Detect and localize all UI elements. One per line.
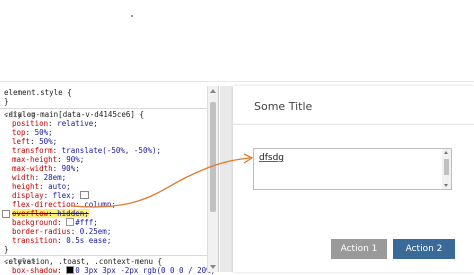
rule-close: }	[4, 97, 9, 106]
prop-name[interactable]: top	[12, 128, 26, 137]
prop-name[interactable]: max-height	[12, 155, 57, 164]
prop-value[interactable]: auto;	[48, 182, 71, 191]
prop-value[interactable]: 90%;	[66, 155, 84, 164]
prop-value[interactable]: 0 3px 3px -2px rgb(0 0 0 / 20%)	[75, 266, 215, 275]
dialog-textarea[interactable]: dfsdg	[253, 148, 452, 190]
prop-name[interactable]: transition	[12, 236, 57, 245]
rule-close: }	[4, 245, 9, 254]
textarea-value[interactable]: dfsdg	[259, 153, 284, 163]
prop-row[interactable]: transform: translate(-50%, -50%);	[12, 146, 161, 155]
prop-name[interactable]: flex-direction	[12, 200, 75, 209]
prop-row[interactable]: border-radius: 0.25em;	[12, 227, 111, 236]
prop-row[interactable]: top: 50%;	[12, 128, 53, 137]
prop-value[interactable]: 50%;	[35, 128, 53, 137]
color-swatch[interactable]	[66, 218, 75, 226]
prop-name[interactable]: position	[12, 119, 48, 128]
property-toggle-checkbox[interactable]	[2, 210, 10, 218]
prop-row[interactable]: max-height: 90%;	[12, 155, 84, 164]
rule-separator	[0, 108, 208, 109]
prop-name[interactable]: height	[12, 182, 39, 191]
prop-value[interactable]: #fff;	[75, 218, 98, 227]
prop-name[interactable]: width	[12, 173, 35, 182]
dialog-divider	[233, 124, 474, 125]
prop-name[interactable]: border-radius	[12, 227, 71, 236]
page-top-area	[0, 0, 474, 86]
prop-name[interactable]: left	[12, 137, 30, 146]
scroll-down-arrow-icon[interactable]	[210, 265, 216, 269]
prop-row[interactable]: display: flex;	[12, 191, 89, 200]
prop-row[interactable]: width: 28em;	[12, 173, 66, 182]
prop-row[interactable]: box-shadow: 0 3px 3px -2px rgb(0 0 0 / 2…	[12, 266, 215, 275]
textarea-scrollbar[interactable]	[442, 149, 451, 189]
prop-value[interactable]: hidden;	[57, 209, 89, 218]
prop-name[interactable]: display	[12, 191, 44, 200]
devtools-styles-pane: element.style { } .dialog-main[data-v-d4…	[0, 86, 219, 275]
prop-name[interactable]: overflow	[12, 209, 48, 218]
prop-row[interactable]: flex-direction: column;	[12, 200, 116, 209]
action-2-button[interactable]: Action 2	[393, 239, 455, 259]
scroll-down-arrow-icon[interactable]	[444, 184, 448, 187]
prop-row[interactable]: left: 50%;	[12, 137, 57, 146]
dialog: Some Title dfsdg Action 1 Action 2	[233, 86, 474, 272]
scroll-up-arrow-icon[interactable]	[210, 89, 216, 93]
prop-value[interactable]: flex;	[53, 191, 76, 200]
prop-value[interactable]: 0.5s ease;	[66, 236, 111, 245]
stray-dot	[131, 15, 133, 17]
prop-row-overflow[interactable]: overflow: hidden;	[2, 209, 89, 218]
devtools-scrollbar[interactable]	[207, 86, 218, 272]
prop-row[interactable]: background: #fff;	[12, 218, 98, 227]
rule-source-link[interactable]: <style>	[4, 257, 204, 266]
prop-row[interactable]: height: auto;	[12, 182, 71, 191]
scroll-thumb[interactable]	[210, 102, 216, 212]
top-divider	[0, 81, 474, 82]
prop-name[interactable]: box-shadow	[12, 266, 57, 275]
rule-source-link[interactable]: <style>	[4, 110, 204, 119]
dialog-title: Some Title	[254, 100, 313, 113]
action-1-button[interactable]: Action 1	[331, 239, 387, 259]
prop-value[interactable]: column;	[84, 200, 116, 209]
scroll-thumb[interactable]	[444, 159, 449, 175]
prop-name[interactable]: transform	[12, 146, 53, 155]
prop-name[interactable]: max-width	[12, 164, 53, 173]
prop-row[interactable]: position: relative;	[12, 119, 98, 128]
prop-row[interactable]: transition: 0.5s ease;	[12, 236, 111, 245]
prop-value[interactable]: translate(-50%, -50%);	[62, 146, 161, 155]
prop-name[interactable]: background	[12, 218, 57, 227]
rule-selector-element-style[interactable]: element.style {	[4, 88, 72, 97]
color-swatch[interactable]	[66, 266, 75, 274]
prop-value[interactable]: 50%;	[39, 137, 57, 146]
scroll-up-arrow-icon[interactable]	[444, 151, 448, 154]
prop-row[interactable]: max-width: 90%;	[12, 164, 80, 173]
prop-value[interactable]: 28em;	[44, 173, 67, 182]
flexbox-editor-icon[interactable]	[79, 191, 89, 199]
rule-separator	[0, 255, 208, 256]
prop-value[interactable]: 0.25em;	[80, 227, 112, 236]
prop-value[interactable]: 90%;	[62, 164, 80, 173]
prop-value[interactable]: relative;	[57, 119, 98, 128]
